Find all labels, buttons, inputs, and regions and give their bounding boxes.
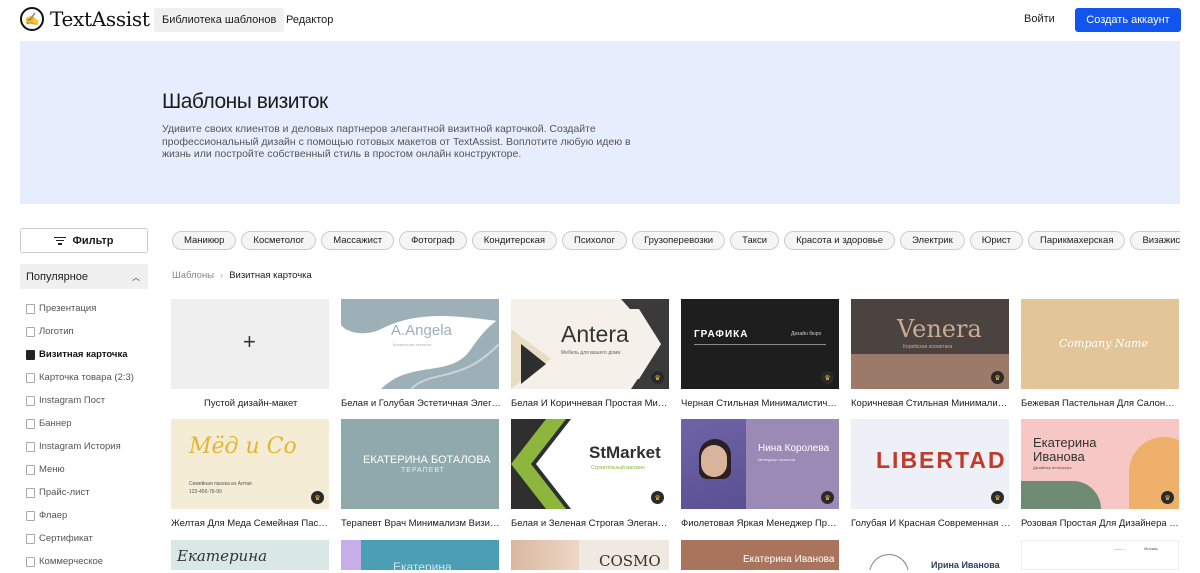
nav-editor[interactable]: Редактор: [286, 8, 333, 32]
blank-design-card[interactable]: +: [171, 299, 329, 389]
chevron-right-icon: ›: [220, 270, 224, 281]
document-icon: [26, 556, 35, 567]
sidebar-item[interactable]: Сертификат: [26, 527, 134, 550]
sidebar-item[interactable]: Презентация: [26, 297, 134, 320]
premium-crown-icon: ♛: [1161, 491, 1174, 504]
template-card[interactable]: Antera Мебель для вашего дома ♛: [511, 299, 669, 389]
template-card[interactable]: Екатерина: [171, 540, 329, 570]
page-title: Шаблоны визиток: [162, 90, 328, 113]
premium-crown-icon: ♛: [991, 371, 1004, 384]
card-title[interactable]: Желтая Для Меда Семейная Пасека Визитка: [171, 518, 331, 529]
breadcrumb-root[interactable]: Шаблоны: [172, 270, 214, 281]
template-card[interactable]: ЕКАТЕРИНА БОТАЛОВА ТЕРАПЕВТ: [341, 419, 499, 509]
card-title[interactable]: Пустой дизайн-макет: [204, 398, 324, 409]
premium-crown-icon: ♛: [991, 491, 1004, 504]
document-icon: [26, 303, 35, 314]
category-chip[interactable]: Юрист: [969, 231, 1024, 250]
sidebar-item[interactable]: Визитная карточка: [26, 343, 134, 366]
document-icon: [26, 349, 35, 360]
login-link[interactable]: Войти: [1024, 13, 1055, 25]
premium-crown-icon: ♛: [821, 491, 834, 504]
chevron-up-icon: ︿: [132, 273, 140, 282]
template-card[interactable]: StMarket Строительный магазин ♛: [511, 419, 669, 509]
card-title[interactable]: Фиолетовая Яркая Менеджер Проектов Визит…: [681, 518, 841, 529]
card-title[interactable]: Бежевая Пастельная Для Салона Красоты Ви…: [1021, 398, 1179, 409]
template-card[interactable]: Venera Корейская косметика ♛: [851, 299, 1009, 389]
category-chips: Маникюр Косметолог Массажист Фотограф Кондит…: [172, 231, 1180, 251]
card-background: [511, 419, 571, 509]
category-chip[interactable]: Такси: [730, 231, 780, 250]
card-title[interactable]: Черная Стильная Минималистичная Визитка: [681, 398, 841, 409]
logo-text: TextAssist: [50, 7, 150, 31]
nav-template-library[interactable]: Библиотека шаблонов: [154, 8, 285, 32]
sidebar-category-list: Презентация Логотип Визитная карточка Карто…: [26, 297, 134, 573]
sidebar-item[interactable]: Instagram Пост: [26, 389, 134, 412]
category-chip[interactable]: Кондитерская: [471, 231, 558, 250]
template-card[interactable]: A.Angela Косметолог-эстетист: [341, 299, 499, 389]
category-chip[interactable]: Электрик: [900, 231, 965, 250]
document-icon: [26, 464, 35, 475]
filter-icon: [54, 236, 67, 245]
document-icon: [26, 326, 35, 337]
card-title[interactable]: Розовая Простая Для Дизайнера Интерьера …: [1021, 518, 1179, 529]
category-chip[interactable]: Фотограф: [399, 231, 467, 250]
breadcrumb: Шаблоны › Визитная карточка: [172, 270, 312, 281]
category-chip[interactable]: Психолог: [562, 231, 628, 250]
template-card[interactable]: Company Name: [1021, 299, 1179, 389]
template-card[interactable]: ГРАФИКА Дизайн бюро ♛: [681, 299, 839, 389]
document-icon: [26, 441, 35, 452]
premium-crown-icon: ♛: [821, 371, 834, 384]
sidebar-item[interactable]: Логотип: [26, 320, 134, 343]
category-chip[interactable]: Парикмахерская: [1028, 231, 1126, 250]
category-chip[interactable]: Косметолог: [241, 231, 317, 250]
sidebar-item[interactable]: Меню: [26, 458, 134, 481]
logo-icon: ✍: [20, 7, 44, 31]
card-title[interactable]: Белая И Коричневая Простая Минималистичн…: [511, 398, 671, 409]
template-card[interactable]: Екатерина Иванова: [681, 540, 839, 570]
top-header: ✍ TextAssist Библиотека шаблонов Редакто…: [0, 0, 1200, 40]
template-card[interactable]: Нина Королева Менеджер проектов ♛: [681, 419, 839, 509]
signup-button[interactable]: Создать аккаунт: [1075, 8, 1181, 32]
hero-banner: Шаблоны визиток Удивите своих клиентов и…: [20, 41, 1180, 204]
card-title[interactable]: Голубая И Красная Современная Минималист…: [851, 518, 1011, 529]
filter-button[interactable]: Фильтр: [20, 228, 148, 253]
template-card[interactable]: Екатерина Иванова Дизайнер интерьера ♛: [1021, 419, 1179, 509]
document-icon: [26, 510, 35, 521]
logo[interactable]: ✍ TextAssist: [20, 7, 150, 31]
category-chip[interactable]: Грузоперевозки: [632, 231, 726, 250]
template-card[interactable]: Мёд и Со Семейная пасека из Алтая 123-45…: [171, 419, 329, 509]
plus-icon: +: [243, 329, 256, 354]
card-title[interactable]: Белая и Зеленая Строгая Элегантная Визит…: [511, 518, 671, 529]
template-card[interactable]: Екатерина: [341, 540, 499, 570]
document-icon: [26, 487, 35, 498]
premium-crown-icon: ♛: [311, 491, 324, 504]
template-card[interactable]: COSMO: [511, 540, 669, 570]
category-chip[interactable]: Массажист: [321, 231, 395, 250]
template-card[interactable]: LIBERTAD ♛: [851, 419, 1009, 509]
card-title[interactable]: Коричневая Стильная Минималистичная Визи…: [851, 398, 1011, 409]
sidebar-item[interactable]: Прайс-лист: [26, 481, 134, 504]
category-chip[interactable]: Визажист: [1130, 231, 1180, 250]
template-card[interactable]: ——→ Москва: [1021, 540, 1179, 570]
category-chip[interactable]: Маникюр: [172, 231, 237, 250]
sidebar-item[interactable]: Баннер: [26, 412, 134, 435]
template-card[interactable]: Ирина Иванова: [851, 540, 1009, 570]
document-icon: [26, 372, 35, 383]
document-icon: [26, 418, 35, 429]
sidebar-item[interactable]: Instagram История: [26, 435, 134, 458]
sidebar-item[interactable]: Флаер: [26, 504, 134, 527]
card-title[interactable]: Терапевт Врач Минимализм Визитка: [341, 518, 501, 529]
premium-crown-icon: ♛: [651, 371, 664, 384]
popular-section-header[interactable]: Популярное ︿: [20, 264, 148, 289]
document-icon: [26, 533, 35, 544]
breadcrumb-current: Визитная карточка: [229, 270, 312, 281]
premium-crown-icon: ♛: [651, 491, 664, 504]
card-title[interactable]: Белая и Голубая Эстетичная Элегантная Ви…: [341, 398, 501, 409]
document-icon: [26, 395, 35, 406]
page-description: Удивите своих клиентов и деловых партнер…: [162, 123, 631, 160]
sidebar-item[interactable]: Карточка товара (2:3): [26, 366, 134, 389]
category-chip[interactable]: Красота и здоровье: [784, 231, 896, 250]
